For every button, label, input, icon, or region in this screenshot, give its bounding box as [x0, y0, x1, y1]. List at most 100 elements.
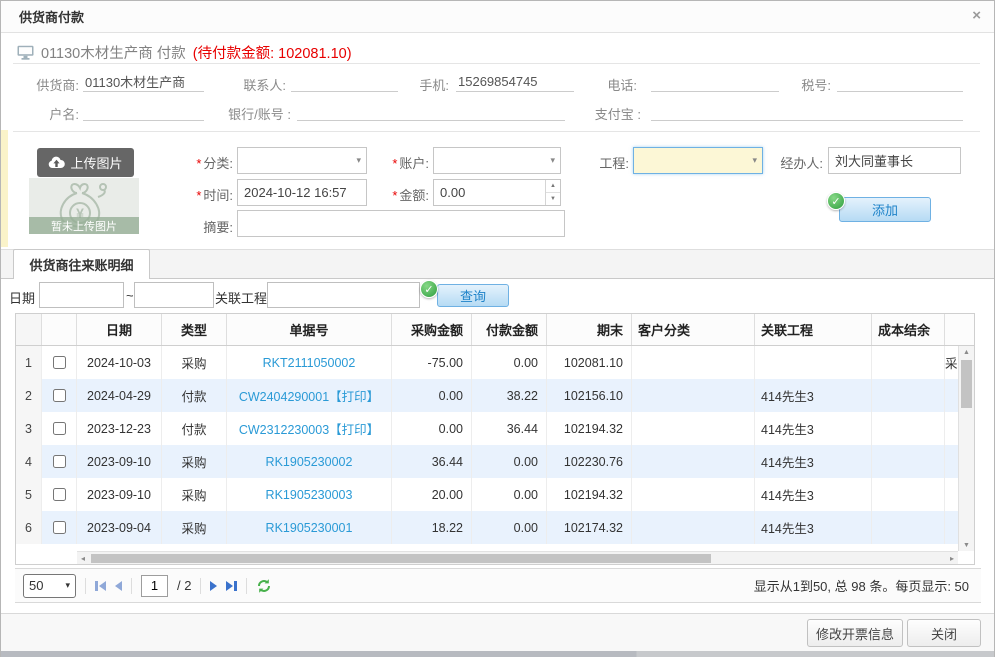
col-header: 单据号: [227, 314, 392, 345]
account-select[interactable]: ▾: [433, 147, 561, 174]
col-header: 期末: [547, 314, 632, 345]
horizontal-scrollbar[interactable]: ◂ ▸: [77, 551, 958, 564]
separator: [200, 578, 201, 594]
dialog-titlebar: 供货商付款: [1, 1, 994, 33]
document-link[interactable]: RK1905230002: [266, 455, 353, 469]
project-select[interactable]: ▾: [633, 147, 763, 174]
project-filter-input[interactable]: [267, 282, 420, 308]
next-page-button[interactable]: [210, 581, 217, 591]
separator: [246, 578, 247, 594]
close-button[interactable]: 关闭: [907, 619, 981, 647]
checkbox-cell: [42, 379, 77, 412]
document-link[interactable]: RK1905230001: [266, 521, 353, 535]
cell-balance: 102194.32: [547, 478, 632, 511]
last-page-button[interactable]: [226, 581, 237, 591]
cell-project: [755, 346, 872, 379]
dialog-shadow: [1, 651, 994, 657]
date-to-input[interactable]: [134, 282, 214, 308]
horizontal-scroll-thumb[interactable]: [91, 554, 711, 563]
scroll-left-icon[interactable]: ◂: [77, 552, 89, 564]
contact-field[interactable]: [291, 71, 398, 92]
add-button[interactable]: 添加: [839, 197, 931, 222]
first-page-button[interactable]: [95, 581, 106, 591]
bank-account-field[interactable]: [297, 100, 565, 121]
row-checkbox[interactable]: [53, 356, 66, 369]
cell-date: 2024-04-29: [77, 379, 162, 412]
scroll-right-icon[interactable]: ▸: [946, 552, 958, 564]
cell-customer_class: [632, 346, 755, 379]
bank-account-label: 银行/账号 :: [207, 104, 291, 123]
scroll-up-icon[interactable]: ▲: [959, 346, 974, 358]
filter-date-label: 日期: [9, 288, 35, 307]
document-link[interactable]: CW2404290001【打印】: [239, 386, 379, 405]
cell-doc: CW2404290001【打印】: [227, 379, 392, 412]
cell-project: 414先生3: [755, 379, 872, 412]
col-header: 客户分类: [632, 314, 755, 345]
cell-purchase: -75.00: [392, 346, 472, 379]
table-row: 42023-09-10采购RK190523000236.440.00102230…: [16, 445, 974, 478]
col-header: 付款金额: [472, 314, 547, 345]
document-link[interactable]: CW2312230003【打印】: [239, 419, 379, 438]
cell-payment: 0.00: [472, 445, 547, 478]
row-checkbox[interactable]: [53, 389, 66, 402]
search-button[interactable]: 查询: [437, 284, 509, 307]
prev-page-button[interactable]: [115, 581, 122, 591]
operator-field[interactable]: [828, 147, 961, 174]
upload-button-label: 上传图片: [70, 153, 122, 172]
page-size-value: 50: [29, 578, 43, 593]
vertical-scrollbar[interactable]: ▲ ▼: [958, 346, 974, 551]
scroll-down-icon[interactable]: ▼: [959, 539, 974, 551]
tab-label: 供货商往来账明细: [29, 255, 133, 274]
contact-label: 联系人:: [233, 75, 286, 94]
taxno-field[interactable]: [837, 71, 963, 92]
mobile-label: 手机:: [409, 75, 449, 94]
current-page-input[interactable]: [141, 575, 168, 597]
alipay-field[interactable]: [651, 100, 963, 121]
cell-doc: RKT2111050002: [227, 346, 392, 379]
refresh-button[interactable]: [256, 578, 272, 594]
spinner-down-icon[interactable]: ▼: [546, 193, 560, 205]
mobile-field[interactable]: [456, 71, 574, 92]
col-header-empty: [16, 314, 42, 345]
supplier-field[interactable]: [83, 71, 204, 92]
spinner-up-icon[interactable]: ▲: [546, 180, 560, 193]
supplier-label: 供货商:: [21, 75, 79, 94]
supplier-name-text: 01130木材生产商 付款: [41, 42, 186, 63]
table-body: 12024-10-03采购RKT2111050002-75.000.001020…: [16, 346, 974, 544]
row-checkbox[interactable]: [53, 488, 66, 501]
edit-invoice-button[interactable]: 修改开票信息: [807, 619, 903, 647]
pending-amount-text: (待付款金额: 102081.10): [193, 42, 352, 63]
col-header-empty: [42, 314, 77, 345]
amount-field[interactable]: [433, 179, 561, 206]
cell-project: 414先生3: [755, 412, 872, 445]
close-icon[interactable]: ×: [972, 8, 981, 24]
cell-payment: 0.00: [472, 511, 547, 544]
row-checkbox[interactable]: [53, 521, 66, 534]
cell-balance: 102156.10: [547, 379, 632, 412]
account-name-field[interactable]: [83, 100, 204, 121]
row-checkbox[interactable]: [53, 422, 66, 435]
document-link[interactable]: RKT2111050002: [263, 356, 356, 370]
tab-supplier-transactions[interactable]: 供货商往来账明细: [13, 249, 150, 279]
col-header: 日期: [77, 314, 162, 345]
cell-payment: 0.00: [472, 346, 547, 379]
page-size-select[interactable]: 50 ▾: [23, 574, 76, 598]
table-row: 22024-04-29付款CW2404290001【打印】0.0038.2210…: [16, 379, 974, 412]
row-checkbox[interactable]: [53, 455, 66, 468]
summary-field[interactable]: [237, 210, 565, 237]
table-row: 32023-12-23付款CW2312230003【打印】0.0036.4410…: [16, 412, 974, 445]
cell-purchase: 20.00: [392, 478, 472, 511]
category-select[interactable]: ▾: [237, 147, 367, 174]
vertical-scroll-thumb[interactable]: [961, 360, 972, 408]
upload-image-button[interactable]: 上传图片: [37, 148, 134, 177]
required-mark: *: [392, 188, 397, 203]
phone-field[interactable]: [651, 71, 779, 92]
date-from-input[interactable]: [39, 282, 124, 308]
time-field[interactable]: [237, 179, 367, 206]
row-number: 3: [16, 412, 42, 445]
cell-cost: [872, 346, 945, 379]
pagination-info: 显示从1到50, 总 98 条。每页显示: 50: [754, 576, 973, 595]
col-header-empty: [945, 314, 960, 345]
required-mark: *: [196, 156, 201, 171]
document-link[interactable]: RK1905230003: [266, 488, 353, 502]
